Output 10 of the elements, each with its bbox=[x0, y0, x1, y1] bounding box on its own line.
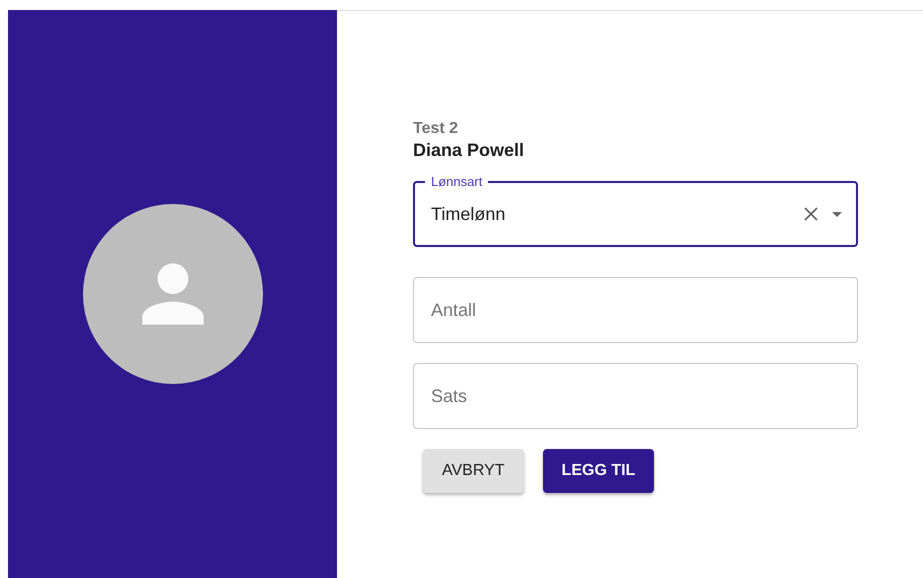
profile-name: Diana Powell bbox=[413, 139, 526, 161]
profile-subtitle: Test 2 bbox=[413, 119, 460, 139]
select-value: Timelønn bbox=[431, 204, 506, 224]
add-button[interactable]: LEGG TIL bbox=[542, 449, 654, 493]
text-field[interactable]: Sats bbox=[413, 363, 858, 429]
clear-icon[interactable] bbox=[804, 207, 818, 221]
text-field[interactable]: Antall bbox=[413, 277, 858, 343]
field-label: Lønnsart bbox=[425, 174, 488, 189]
cancel-button[interactable]: AVBRYT bbox=[423, 449, 524, 493]
dropdown-caret-icon[interactable] bbox=[832, 212, 842, 216]
